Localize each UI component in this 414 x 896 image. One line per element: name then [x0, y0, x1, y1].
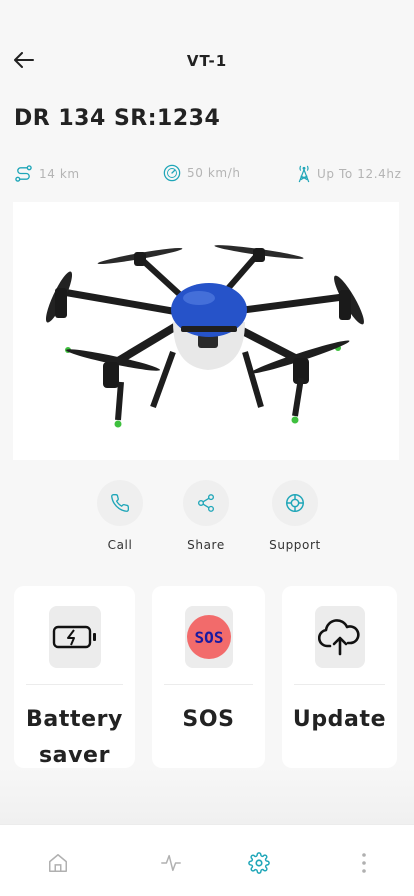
activity-icon	[161, 854, 181, 872]
call-icon-circle	[97, 480, 143, 526]
sos-label: SOS	[182, 707, 235, 732]
stat-frequency: Up To 12.4hz	[297, 164, 402, 183]
share-button[interactable]: Share	[166, 480, 246, 552]
card-divider	[164, 684, 253, 685]
nav-activity[interactable]	[157, 849, 185, 877]
battery-charging-icon	[52, 625, 96, 649]
stats-row: 14 km 50 km/h Up To 12.4hz	[0, 164, 414, 184]
share-icon-circle	[183, 480, 229, 526]
phone-icon	[111, 493, 130, 512]
battery-saver-card[interactable]: Battery saver	[14, 586, 135, 768]
signal-tower-icon	[298, 165, 310, 183]
drone-illustration	[45, 245, 364, 428]
stat-distance: 14 km	[14, 164, 80, 183]
stat-frequency-value: Up To 12.4hz	[317, 166, 402, 181]
nav-more[interactable]	[350, 849, 378, 877]
stat-distance-value: 14 km	[39, 166, 80, 181]
quick-actions: Call Share Support	[0, 480, 414, 560]
more-vertical-icon	[362, 853, 366, 873]
cloud-upload-icon	[318, 619, 360, 656]
stat-speed: 50 km/h	[163, 164, 241, 182]
sos-card[interactable]: SOS SOS	[152, 586, 265, 768]
card-divider	[294, 684, 385, 685]
update-label: Update	[292, 707, 387, 732]
bottom-nav	[0, 824, 414, 896]
route-icon	[15, 165, 32, 182]
sos-icon-tile: SOS	[185, 606, 233, 668]
content-fade	[0, 768, 414, 824]
share-label: Share	[187, 538, 225, 552]
support-label: Support	[269, 538, 321, 552]
speedometer-icon	[163, 164, 181, 182]
nav-home[interactable]	[44, 849, 72, 877]
drone-model-title: DR 134 SR:1234	[14, 106, 221, 131]
sos-icon: SOS	[187, 615, 231, 659]
drone-image	[13, 202, 399, 460]
stat-speed-value: 50 km/h	[187, 166, 241, 180]
gear-icon	[248, 852, 270, 874]
share-icon	[198, 494, 214, 512]
home-icon	[49, 854, 67, 872]
support-button[interactable]: Support	[255, 480, 335, 552]
battery-icon-tile	[49, 606, 101, 668]
top-bar: VT-1	[0, 40, 414, 80]
nav-settings[interactable]	[245, 849, 273, 877]
battery-saver-label: Battery saver	[26, 707, 123, 768]
support-icon-circle	[272, 480, 318, 526]
call-label: Call	[107, 538, 133, 552]
page-title: VT-1	[186, 52, 228, 70]
call-button[interactable]: Call	[80, 480, 160, 552]
card-divider	[26, 684, 123, 685]
update-card[interactable]: Update	[282, 586, 397, 768]
lifebuoy-icon	[286, 494, 304, 512]
update-icon-tile	[315, 606, 365, 668]
